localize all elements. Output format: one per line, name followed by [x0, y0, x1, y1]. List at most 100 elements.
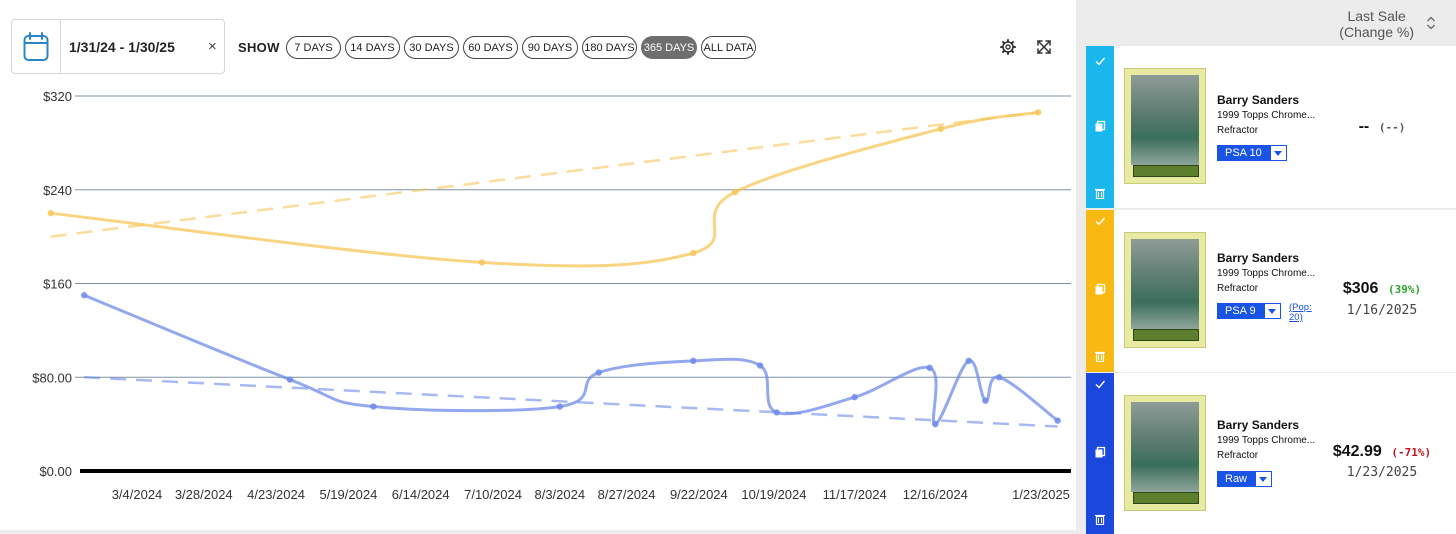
sale-price-value: $42.99: [1332, 443, 1382, 460]
card-set-name: 1999 Topps Chrome...: [1217, 110, 1316, 121]
data-point: [595, 369, 602, 376]
sale-change-percent: (39%): [1388, 283, 1422, 296]
sale-price-value: $306: [1342, 280, 1379, 297]
chevron-down-icon[interactable]: [1255, 471, 1273, 487]
range-button-14-days[interactable]: 14 DAYS: [345, 36, 400, 59]
y-tick-label: $320: [43, 89, 72, 104]
card-variant: Refractor: [1217, 125, 1259, 136]
x-tick-label: 9/22/2024: [670, 487, 728, 502]
show-label: SHOW: [238, 40, 280, 55]
range-button-365-days[interactable]: 365 DAYS: [641, 36, 697, 59]
data-point: [926, 364, 933, 372]
trash-icon[interactable]: [1094, 513, 1106, 525]
check-icon[interactable]: [1094, 378, 1106, 390]
chevron-down-icon[interactable]: [1263, 303, 1281, 319]
last-sale-price: -- (--): [1322, 116, 1442, 136]
data-point: [556, 403, 563, 410]
sale-date: 1/16/2025: [1346, 303, 1418, 318]
price-history-chart: $0.00 $80.00 $160 $240 $320 3/4/2024 3/28/202…: [32, 89, 1071, 502]
data-point: [1035, 109, 1042, 116]
sale-price-value: --: [1358, 118, 1370, 135]
card-nameplate: [1133, 165, 1199, 177]
range-button-30-days[interactable]: 30 DAYS: [404, 36, 459, 59]
data-point: [690, 249, 697, 257]
card-image[interactable]: [1124, 395, 1206, 511]
calendar-icon[interactable]: [23, 32, 49, 62]
data-point: [932, 420, 939, 428]
calendar-cell[interactable]: [12, 20, 61, 73]
copy-icon[interactable]: [1094, 120, 1106, 132]
sale-date: 1/23/2025: [1346, 465, 1418, 480]
data-point: [756, 362, 764, 369]
date-range-picker[interactable]: 1/31/24 - 1/30/25 ×: [11, 19, 225, 74]
card-photo: [1131, 75, 1199, 165]
check-icon[interactable]: [1094, 215, 1106, 227]
card-image[interactable]: [1124, 232, 1206, 348]
copy-icon[interactable]: [1094, 446, 1106, 458]
x-tick-label: 4/23/2024: [247, 487, 305, 502]
grade-label: PSA 10: [1217, 145, 1270, 161]
x-tick-label: 3/4/2024: [112, 487, 163, 502]
change-percent-label: (Change %): [1339, 24, 1414, 40]
data-point: [370, 403, 377, 410]
data-point: [47, 209, 54, 217]
range-button-90-days[interactable]: 90 DAYS: [522, 36, 578, 59]
grade-dropdown[interactable]: Raw: [1217, 471, 1273, 487]
card-photo: [1131, 402, 1199, 492]
gear-icon[interactable]: [1000, 39, 1016, 55]
grade-dropdown[interactable]: PSA 9: [1217, 303, 1281, 319]
data-point: [996, 374, 1003, 381]
y-tick-label: $0.00: [39, 464, 72, 479]
date-range-value[interactable]: 1/31/24 - 1/30/25: [69, 39, 175, 55]
trend-line-series-2: [84, 376, 1058, 428]
population-link[interactable]: (Pop: 20): [1289, 303, 1317, 323]
range-button-7-days[interactable]: 7 DAYS: [286, 36, 341, 59]
x-tick-label: 1/23/2025: [1012, 487, 1070, 502]
x-tick-label: 7/10/2024: [464, 487, 522, 502]
card-row-2[interactable]: Barry Sanders 1999 Topps Chrome... Refra…: [1086, 210, 1456, 372]
chart-panel: 1/31/24 - 1/30/25 × SHOW 7 DAYS 14 DAYS …: [0, 0, 1076, 530]
y-tick-label: $80.00: [32, 370, 72, 385]
card-variant: Refractor: [1217, 450, 1259, 461]
trash-icon[interactable]: [1094, 350, 1106, 362]
card-set-name: 1999 Topps Chrome...: [1217, 268, 1316, 279]
x-tick-label: 11/17/2024: [823, 487, 887, 502]
x-tick-label: 8/3/2024: [534, 487, 585, 502]
card-list-panel: Last Sale (Change %) Barry Sanders 1999 …: [1086, 0, 1456, 534]
data-point: [286, 376, 294, 383]
chevron-down-icon[interactable]: [1269, 145, 1287, 161]
card-image[interactable]: [1124, 68, 1206, 184]
data-point: [965, 357, 972, 365]
trash-icon[interactable]: [1094, 187, 1106, 199]
x-tick-label: 5/19/2024: [319, 487, 377, 502]
range-button-60-days[interactable]: 60 DAYS: [463, 36, 518, 59]
data-point: [80, 292, 88, 299]
y-tick-label: $240: [43, 183, 72, 198]
range-button-180-days[interactable]: 180 DAYS: [582, 36, 637, 59]
card-photo: [1131, 239, 1199, 329]
last-sale-header[interactable]: Last Sale (Change %): [1339, 8, 1414, 40]
grade-dropdown[interactable]: PSA 10: [1217, 145, 1287, 161]
card-row-3[interactable]: Barry Sanders 1999 Topps Chrome... Refra…: [1086, 373, 1456, 534]
x-tick-label: 10/19/2024: [741, 487, 806, 502]
data-point: [731, 188, 739, 196]
x-tick-label: 3/28/2024: [175, 487, 233, 502]
range-button-all-data[interactable]: ALL DATA: [701, 36, 756, 59]
card-nameplate: [1133, 329, 1199, 341]
check-icon[interactable]: [1094, 55, 1106, 67]
trend-line-series-1: [50, 111, 1039, 238]
x-tick-label: 8/27/2024: [598, 487, 656, 502]
card-nameplate: [1133, 492, 1199, 504]
card-row-1[interactable]: Barry Sanders 1999 Topps Chrome... Refra…: [1086, 46, 1456, 208]
data-point: [851, 393, 858, 401]
y-tick-label: $160: [43, 277, 72, 292]
sort-icon[interactable]: [1426, 16, 1436, 30]
close-icon[interactable]: ×: [208, 38, 217, 55]
copy-icon[interactable]: [1094, 283, 1106, 295]
last-sale-label: Last Sale: [1347, 8, 1406, 24]
expand-icon[interactable]: [1036, 39, 1052, 55]
data-point: [478, 259, 486, 266]
data-point: [773, 409, 780, 416]
series-line-1: [50, 110, 1039, 268]
grade-label: PSA 9: [1217, 303, 1264, 319]
